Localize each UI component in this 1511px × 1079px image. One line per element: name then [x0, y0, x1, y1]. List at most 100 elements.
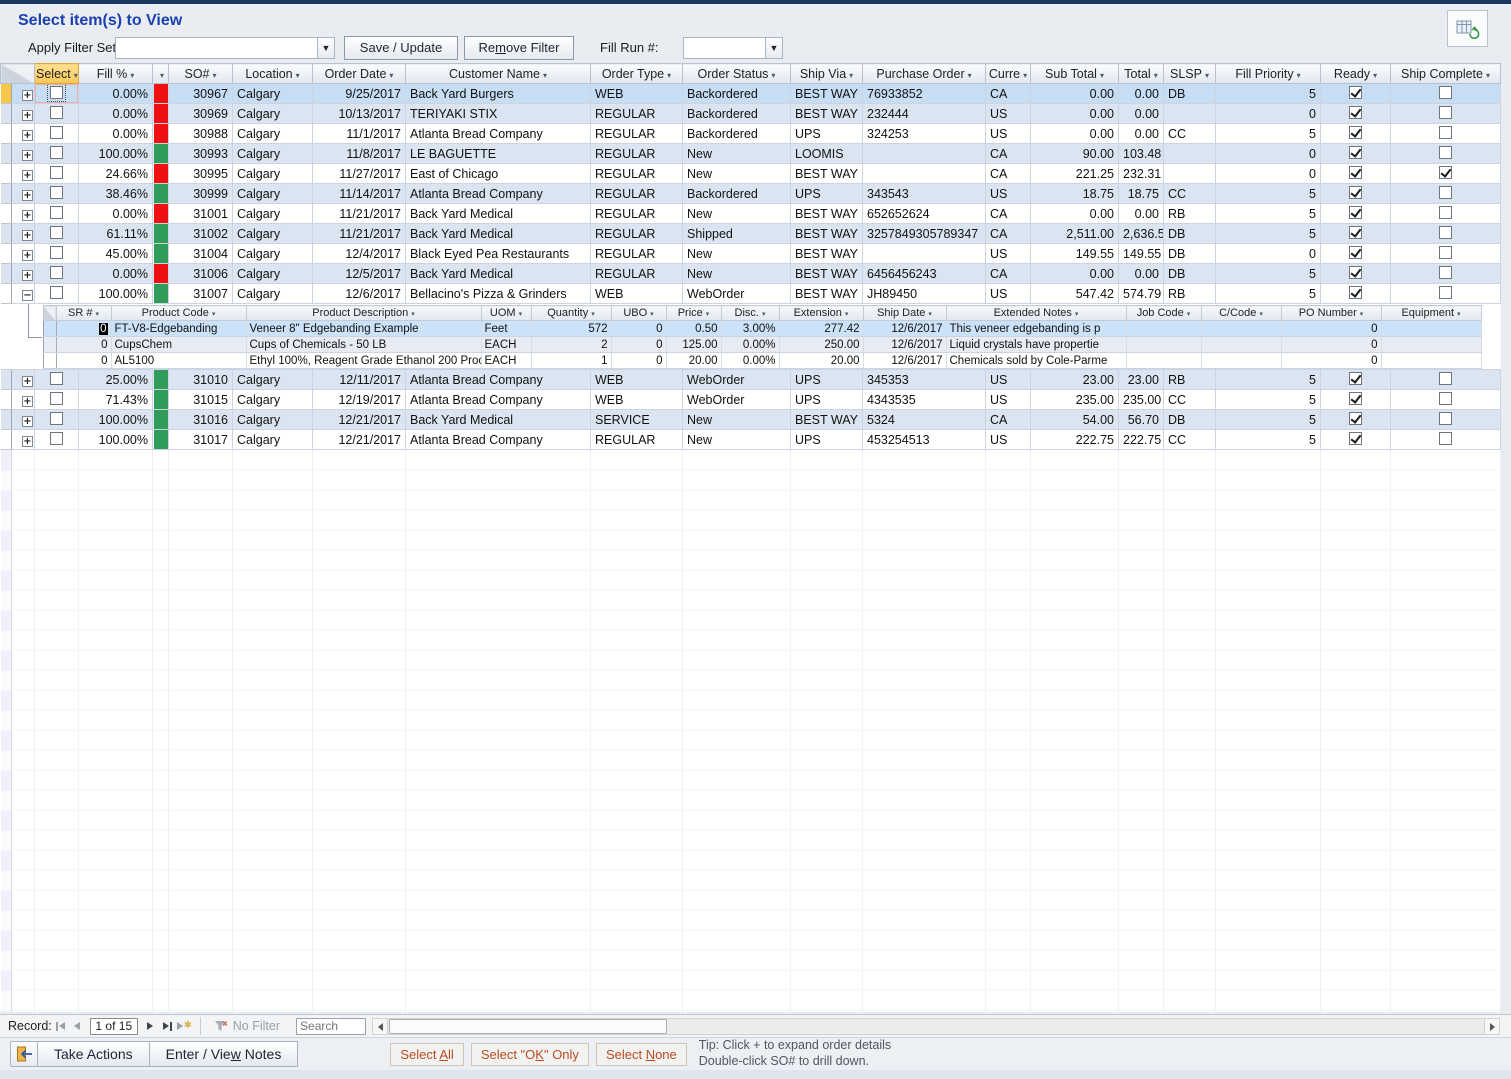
cell-currency[interactable]: CA	[986, 264, 1031, 284]
ship-complete-checkbox[interactable]	[1439, 412, 1452, 425]
order-row[interactable]: + 71.43% 31015 Calgary 12/19/2017 Atlant…	[1, 390, 1501, 410]
cell-order-date[interactable]: 12/19/2017	[313, 390, 406, 410]
subcell-price[interactable]: 20.00	[666, 353, 721, 369]
record-selector[interactable]	[1, 104, 12, 124]
col-header-ship-via[interactable]: Ship Via▾	[791, 64, 863, 84]
cell-order-status[interactable]: New	[683, 204, 791, 224]
select-checkbox[interactable]	[50, 266, 63, 279]
ship-complete-checkbox[interactable]	[1439, 86, 1452, 99]
record-selector[interactable]	[1, 184, 12, 204]
select-checkbox[interactable]	[50, 372, 63, 385]
record-selector[interactable]	[1, 430, 12, 450]
next-record-button[interactable]	[142, 1018, 159, 1034]
cell-location[interactable]: Calgary	[233, 284, 313, 304]
cell-customer-name[interactable]: TERIYAKI STIX	[406, 104, 591, 124]
cell-fill-priority[interactable]: 5	[1216, 390, 1321, 410]
ready-checkbox[interactable]	[1349, 206, 1362, 219]
ready-checkbox[interactable]	[1349, 266, 1362, 279]
dropdown-arrow-icon[interactable]: ▾	[845, 311, 849, 318]
col-header-sub-total[interactable]: Sub Total▾	[1031, 64, 1119, 84]
ship-complete-checkbox[interactable]	[1439, 146, 1452, 159]
dropdown-arrow-icon[interactable]: ▾	[543, 71, 547, 80]
expand-cell[interactable]: +	[12, 224, 35, 244]
cell-sub-total[interactable]: 0.00	[1031, 264, 1119, 284]
dropdown-arrow-icon[interactable]: ▾	[389, 71, 393, 80]
cell-ship-via[interactable]: UPS	[791, 430, 863, 450]
expand-cell[interactable]: +	[12, 410, 35, 430]
select-checkbox[interactable]	[50, 86, 63, 99]
cell-slsp[interactable]: DB	[1164, 264, 1216, 284]
cell-so[interactable]: 30999	[169, 184, 233, 204]
subcell-quantity[interactable]: 2	[531, 337, 611, 353]
dropdown-arrow-icon[interactable]: ▾	[1075, 311, 1079, 318]
record-selector[interactable]	[1, 264, 12, 284]
cell-slsp[interactable]	[1164, 144, 1216, 164]
cell-ready[interactable]	[1321, 284, 1391, 304]
order-row[interactable]: + 24.66% 30995 Calgary 11/27/2017 East o…	[1, 164, 1501, 184]
cell-customer-name[interactable]: Back Yard Burgers	[406, 84, 591, 104]
cell-customer-name[interactable]: Bellacino's Pizza & Grinders	[406, 284, 591, 304]
cell-ship-complete[interactable]	[1391, 164, 1501, 184]
cell-ready[interactable]	[1321, 104, 1391, 124]
cell-so[interactable]: 31004	[169, 244, 233, 264]
col-header-ship-complete[interactable]: Ship Complete▾	[1391, 64, 1501, 84]
cell-sub-total[interactable]: 221.25	[1031, 164, 1119, 184]
cell-order-status[interactable]: WebOrder	[683, 284, 791, 304]
cell-fill-priority[interactable]: 0	[1216, 144, 1321, 164]
ship-complete-checkbox[interactable]	[1439, 106, 1452, 119]
cell-ship-via[interactable]: BEST WAY	[791, 244, 863, 264]
cell-location[interactable]: Calgary	[233, 264, 313, 284]
cell-customer-name[interactable]: Atlanta Bread Company	[406, 390, 591, 410]
expand-toggle-icon[interactable]: +	[22, 90, 33, 101]
cell-ready[interactable]	[1321, 410, 1391, 430]
cell-purchase-order[interactable]	[863, 144, 986, 164]
cell-so[interactable]: 30995	[169, 164, 233, 184]
dropdown-arrow-icon[interactable]: ▾	[1373, 71, 1377, 80]
ship-complete-checkbox[interactable]	[1439, 226, 1452, 239]
cell-purchase-order[interactable]	[863, 164, 986, 184]
cell-ship-complete[interactable]	[1391, 224, 1501, 244]
subrecord-selector[interactable]	[43, 337, 56, 353]
cell-fill-pct[interactable]: 38.46%	[79, 184, 153, 204]
subcell-sr[interactable]: 0	[56, 321, 111, 337]
dropdown-arrow-icon[interactable]: ▾	[1100, 71, 1104, 80]
cell-purchase-order[interactable]: 324253	[863, 124, 986, 144]
expand-toggle-icon[interactable]: +	[22, 436, 33, 447]
cell-customer-name[interactable]: East of Chicago	[406, 164, 591, 184]
select-cell[interactable]	[35, 264, 79, 284]
subcell-extension[interactable]: 277.42	[779, 321, 863, 337]
cell-ship-via[interactable]: BEST WAY	[791, 104, 863, 124]
cell-total[interactable]: 2,636.55	[1119, 224, 1164, 244]
refresh-datasheet-button[interactable]	[1447, 10, 1488, 47]
cell-order-status[interactable]: WebOrder	[683, 370, 791, 390]
expand-cell[interactable]: +	[12, 370, 35, 390]
cell-ready[interactable]	[1321, 264, 1391, 284]
cell-fill-pct[interactable]: 25.00%	[79, 370, 153, 390]
select-all-button[interactable]: Select All	[390, 1043, 463, 1066]
subcell-price[interactable]: 0.50	[666, 321, 721, 337]
ship-complete-checkbox[interactable]	[1439, 166, 1452, 179]
subcell-sr[interactable]: 0	[56, 353, 111, 369]
select-cell[interactable]	[35, 370, 79, 390]
select-cell[interactable]	[35, 284, 79, 304]
record-selector[interactable]	[1, 124, 12, 144]
cell-ship-complete[interactable]	[1391, 104, 1501, 124]
cell-fill-priority[interactable]: 0	[1216, 244, 1321, 264]
subcol-header-product-description[interactable]: Product Description▾	[246, 306, 481, 321]
cell-purchase-order[interactable]	[863, 244, 986, 264]
dropdown-arrow-icon[interactable]: ▾	[1259, 311, 1263, 318]
cell-slsp[interactable]: DB	[1164, 84, 1216, 104]
subcell-uom[interactable]: EACH	[481, 353, 531, 369]
order-row[interactable]: + 100.00% 31017 Calgary 12/21/2017 Atlan…	[1, 430, 1501, 450]
select-checkbox[interactable]	[50, 206, 63, 219]
expand-toggle-icon[interactable]: +	[22, 130, 33, 141]
cell-currency[interactable]: CA	[986, 144, 1031, 164]
cell-ship-via[interactable]: UPS	[791, 390, 863, 410]
cell-fill-pct[interactable]: 0.00%	[79, 264, 153, 284]
subcol-header-extended-notes[interactable]: Extended Notes▾	[946, 306, 1126, 321]
ship-complete-checkbox[interactable]	[1439, 266, 1452, 279]
col-header-purchase-order[interactable]: Purchase Order▾	[863, 64, 986, 84]
subcell-disc[interactable]: 0.00%	[721, 353, 779, 369]
subcol-header-ubo[interactable]: UBO▾	[611, 306, 666, 321]
search-input[interactable]	[296, 1018, 366, 1035]
